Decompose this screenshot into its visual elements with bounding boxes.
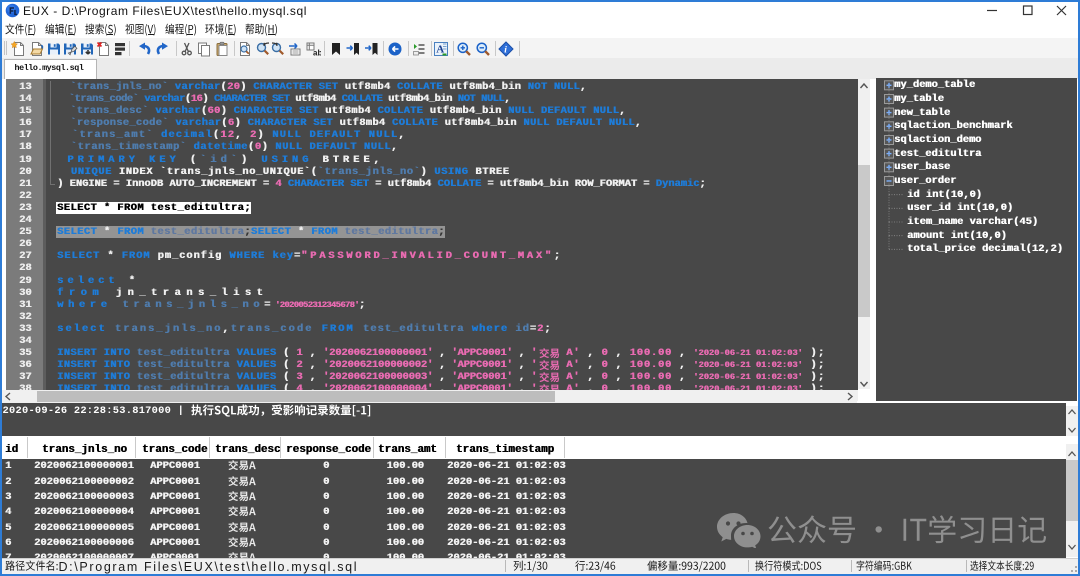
svg-text:ab: ab bbox=[313, 48, 321, 57]
svg-text:i: i bbox=[504, 45, 507, 55]
